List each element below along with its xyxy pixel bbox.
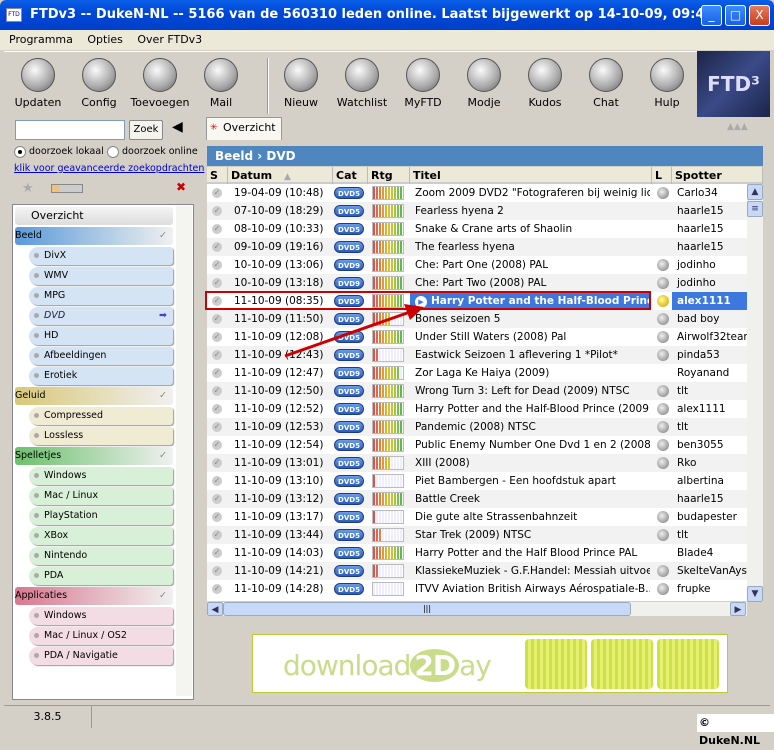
watermark: © DukeN.NL [697,714,774,747]
advertisement-banner[interactable]: download 2D ay [252,634,728,693]
version-label: 3.8.5 [4,706,92,728]
ad-image [657,639,719,689]
ad-image [525,639,587,689]
annotation-arrow [284,304,424,358]
status-bar: 3.8.5 [4,705,770,728]
ad-logo: download 2D ay [283,649,492,682]
ad-image [591,639,653,689]
